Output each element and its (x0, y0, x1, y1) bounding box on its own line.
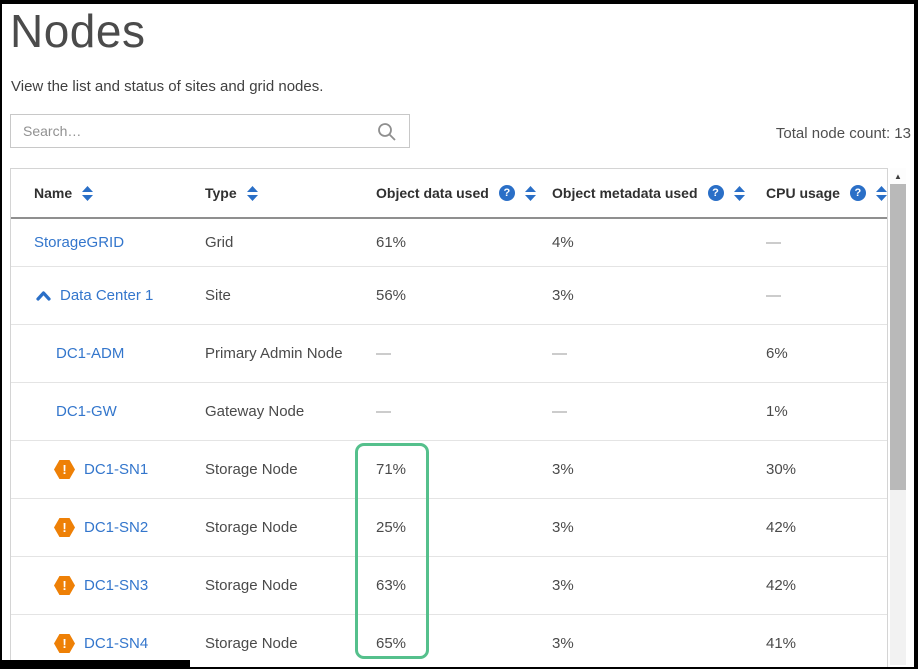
column-header[interactable]: CPU usage ? (766, 185, 887, 201)
node-type: Storage Node (205, 635, 376, 652)
table-row: DC1-GW Gateway Node — — 1% (11, 383, 887, 441)
window-border-left (0, 0, 2, 669)
column-header[interactable]: Name (11, 185, 205, 201)
column-label: Object metadata used (552, 185, 698, 201)
help-icon[interactable]: ? (499, 185, 515, 201)
column-label: CPU usage (766, 185, 840, 201)
cpu-usage-value: 42% (766, 577, 887, 594)
scrollbar-track[interactable] (890, 490, 906, 665)
table-row: ! DC1-SN1 Storage Node 71% 3% 30% (11, 441, 887, 499)
cpu-usage-value: 30% (766, 461, 887, 478)
table-row: Data Center 1 Site 56% 3% — (11, 267, 887, 325)
cpu-usage-value: 1% (766, 403, 887, 420)
object-metadata-used-value: 3% (552, 577, 766, 594)
column-label: Name (34, 185, 72, 201)
object-metadata-used-value: 3% (552, 519, 766, 536)
object-metadata-used-value: 3% (552, 635, 766, 652)
object-data-used-value: 71% (376, 461, 552, 478)
window-border-top (0, 0, 918, 4)
node-link[interactable]: Data Center 1 (60, 287, 153, 304)
table-row: ! DC1-SN3 Storage Node 63% 3% 42% (11, 557, 887, 615)
table-row: DC1-ADM Primary Admin Node — — 6% (11, 325, 887, 383)
object-metadata-used-value: — (552, 403, 766, 420)
search-icon (377, 122, 397, 142)
table-row: ! DC1-SN2 Storage Node 25% 3% 42% (11, 499, 887, 557)
table-row: StorageGRID Grid 61% 4% — (11, 219, 887, 267)
cpu-usage-value: — (766, 287, 887, 304)
cpu-usage-value: 42% (766, 519, 887, 536)
sort-icon[interactable] (82, 186, 93, 201)
sort-icon[interactable] (734, 186, 745, 201)
object-data-used-value: — (376, 345, 552, 362)
node-link[interactable]: StorageGRID (34, 234, 124, 251)
search-box (10, 114, 410, 148)
node-link[interactable]: DC1-SN3 (84, 577, 148, 594)
node-type: Site (205, 287, 376, 304)
node-link[interactable]: DC1-ADM (56, 345, 124, 362)
object-metadata-used-value: 3% (552, 287, 766, 304)
app-window: Nodes View the list and status of sites … (0, 0, 918, 669)
table-body: StorageGRID Grid 61% 4% — Data Center 1 … (11, 219, 887, 669)
node-type: Primary Admin Node (205, 345, 376, 362)
sort-icon[interactable] (247, 186, 258, 201)
object-data-used-value: 25% (376, 519, 552, 536)
column-header[interactable]: Object data used ? (376, 185, 552, 201)
node-type: Storage Node (205, 461, 376, 478)
scroll-up-button[interactable]: ▲ (890, 168, 906, 184)
scrollbar-thumb[interactable] (890, 184, 906, 490)
window-border-bottom-bar (0, 660, 190, 669)
table-header-row: Name Type Object data used ? Object met (11, 169, 887, 219)
column-label: Object data used (376, 185, 489, 201)
node-type: Gateway Node (205, 403, 376, 420)
object-data-used-value: — (376, 403, 552, 420)
node-link[interactable]: DC1-SN2 (84, 519, 148, 536)
node-link[interactable]: DC1-SN4 (84, 635, 148, 652)
object-data-used-value: 56% (376, 287, 552, 304)
column-header[interactable]: Object metadata used ? (552, 185, 766, 201)
warning-icon: ! (54, 576, 75, 595)
scrollbar[interactable]: ▲ (890, 168, 906, 665)
total-node-count: Total node count: 13 (776, 125, 911, 142)
node-link[interactable]: DC1-GW (56, 403, 117, 420)
scroll-up-icon: ▲ (894, 172, 902, 181)
nodes-table: Name Type Object data used ? Object met (10, 168, 888, 669)
object-data-used-value: 61% (376, 234, 552, 251)
warning-icon: ! (54, 634, 75, 653)
object-data-used-value: 63% (376, 577, 552, 594)
help-icon[interactable]: ? (708, 185, 724, 201)
node-link[interactable]: DC1-SN1 (84, 461, 148, 478)
column-label: Type (205, 185, 237, 201)
node-type: Storage Node (205, 519, 376, 536)
page-title: Nodes (10, 4, 145, 58)
cpu-usage-value: 41% (766, 635, 887, 652)
object-metadata-used-value: 3% (552, 461, 766, 478)
sort-icon[interactable] (525, 186, 536, 201)
object-metadata-used-value: — (552, 345, 766, 362)
object-metadata-used-value: 4% (552, 234, 766, 251)
node-type: Grid (205, 234, 376, 251)
warning-icon: ! (54, 518, 75, 537)
warning-icon: ! (54, 460, 75, 479)
cpu-usage-value: — (766, 234, 887, 251)
cpu-usage-value: 6% (766, 345, 887, 362)
sort-icon[interactable] (876, 186, 887, 201)
window-border-right (914, 0, 918, 669)
node-type: Storage Node (205, 577, 376, 594)
search-input[interactable] (11, 115, 409, 147)
column-header[interactable]: Type (205, 185, 376, 201)
collapse-chevron-icon[interactable] (36, 291, 51, 301)
page-subtitle: View the list and status of sites and gr… (11, 78, 323, 95)
help-icon[interactable]: ? (850, 185, 866, 201)
object-data-used-value: 65% (376, 635, 552, 652)
